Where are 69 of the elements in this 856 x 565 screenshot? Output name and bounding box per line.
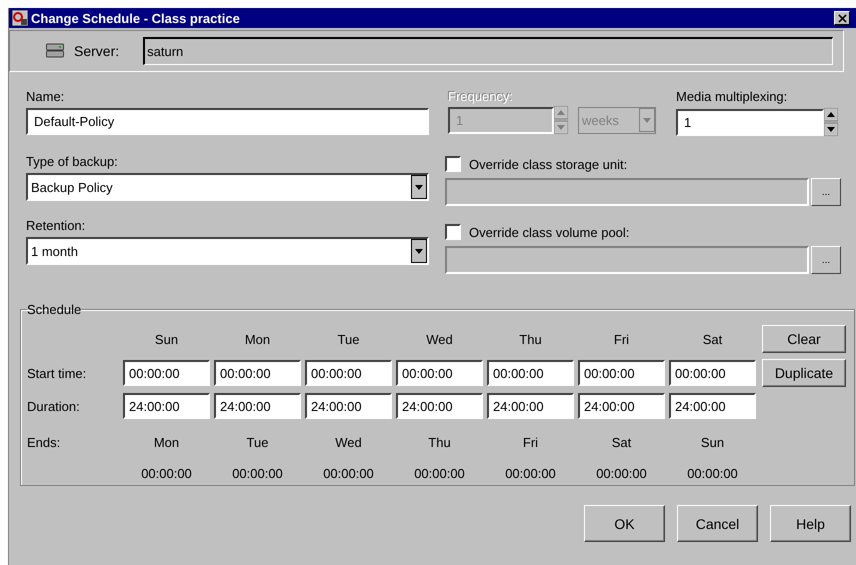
name-field[interactable]: Default-Policy xyxy=(26,108,429,135)
end-time: 00:00:00 xyxy=(595,466,648,481)
day-header: Sat xyxy=(702,332,724,346)
end-day: Fri xyxy=(487,435,574,450)
field-label: Type of backup: xyxy=(26,153,119,171)
media-multiplexing-field[interactable]: 1 xyxy=(676,108,824,136)
server-icon xyxy=(46,43,64,59)
day-header: Wed xyxy=(425,332,454,346)
end-time: 00:00:00 xyxy=(686,466,739,481)
checkbox-label: Override class volume pool: xyxy=(469,224,630,240)
app-icon xyxy=(12,10,28,26)
day-header: Sun xyxy=(154,332,180,346)
server-label: Server: xyxy=(74,43,120,59)
checkbox[interactable] xyxy=(445,156,461,172)
day-header: Tue xyxy=(336,332,360,346)
day-header: Fri xyxy=(612,332,630,346)
start-time-field[interactable]: 00:00:00 xyxy=(123,360,210,386)
start-time-field[interactable]: 00:00:00 xyxy=(487,360,574,386)
field-label: Retention: xyxy=(26,217,86,235)
window-title: Change Schedule - Class practice xyxy=(31,10,241,26)
end-time: 00:00:00 xyxy=(322,466,375,481)
close-button[interactable] xyxy=(834,11,850,25)
browse-button[interactable]: ... xyxy=(811,246,841,274)
duration-field[interactable]: 24:00:00 xyxy=(578,393,665,419)
duration-field[interactable]: 24:00:00 xyxy=(487,393,574,419)
dialog-button[interactable]: Help xyxy=(770,505,851,542)
override-field[interactable] xyxy=(445,178,809,206)
row-label: Start time: xyxy=(27,366,88,380)
row-label: Ends: xyxy=(27,435,62,450)
end-day: Tue xyxy=(214,435,301,450)
server-field: saturn xyxy=(143,37,833,65)
field-label: Frequency: xyxy=(448,89,514,104)
end-day: Thu xyxy=(396,435,483,450)
browse-button[interactable]: ... xyxy=(811,178,841,206)
day-header: Thu xyxy=(518,332,543,346)
clear-button[interactable]: Clear xyxy=(762,325,846,353)
start-time-field[interactable]: 00:00:00 xyxy=(214,360,301,386)
group-title: Schedule xyxy=(27,302,82,317)
override-field[interactable] xyxy=(445,246,809,274)
end-time: 00:00:00 xyxy=(140,466,193,481)
checkbox-label: Override class storage unit: xyxy=(469,156,628,172)
start-time-field[interactable]: 00:00:00 xyxy=(396,360,483,386)
close-icon xyxy=(838,14,846,22)
row-label: Duration: xyxy=(27,398,81,414)
dialog-button[interactable]: Cancel xyxy=(677,505,758,542)
end-time: 00:00:00 xyxy=(504,466,557,481)
end-day: Sun xyxy=(669,435,756,450)
field-label: Name: xyxy=(26,88,66,106)
end-day: Wed xyxy=(305,435,392,450)
duration-field[interactable]: 24:00:00 xyxy=(669,393,756,419)
retention-dropdown[interactable]: 1 month xyxy=(26,237,429,265)
start-time-field[interactable]: 00:00:00 xyxy=(578,360,665,386)
duplicate-button[interactable]: Duplicate xyxy=(762,359,846,387)
spinner-control[interactable] xyxy=(824,108,838,136)
start-time-field[interactable]: 00:00:00 xyxy=(305,360,392,386)
duration-field[interactable]: 24:00:00 xyxy=(396,393,483,419)
duration-field[interactable]: 24:00:00 xyxy=(305,393,392,419)
duration-field[interactable]: 24:00:00 xyxy=(123,393,210,419)
backup-type-dropdown[interactable]: Backup Policy xyxy=(26,173,429,201)
checkbox[interactable] xyxy=(445,224,461,240)
dialog-button[interactable]: OK xyxy=(584,505,665,542)
day-header: Mon xyxy=(244,332,272,346)
start-time-field[interactable]: 00:00:00 xyxy=(669,360,756,386)
field-label: Media multiplexing: xyxy=(676,88,788,106)
end-time: 00:00:00 xyxy=(231,466,284,481)
end-day: Sat xyxy=(578,435,665,450)
duration-field[interactable]: 24:00:00 xyxy=(214,393,301,419)
end-time: 00:00:00 xyxy=(413,466,466,481)
end-day: Mon xyxy=(123,435,210,450)
